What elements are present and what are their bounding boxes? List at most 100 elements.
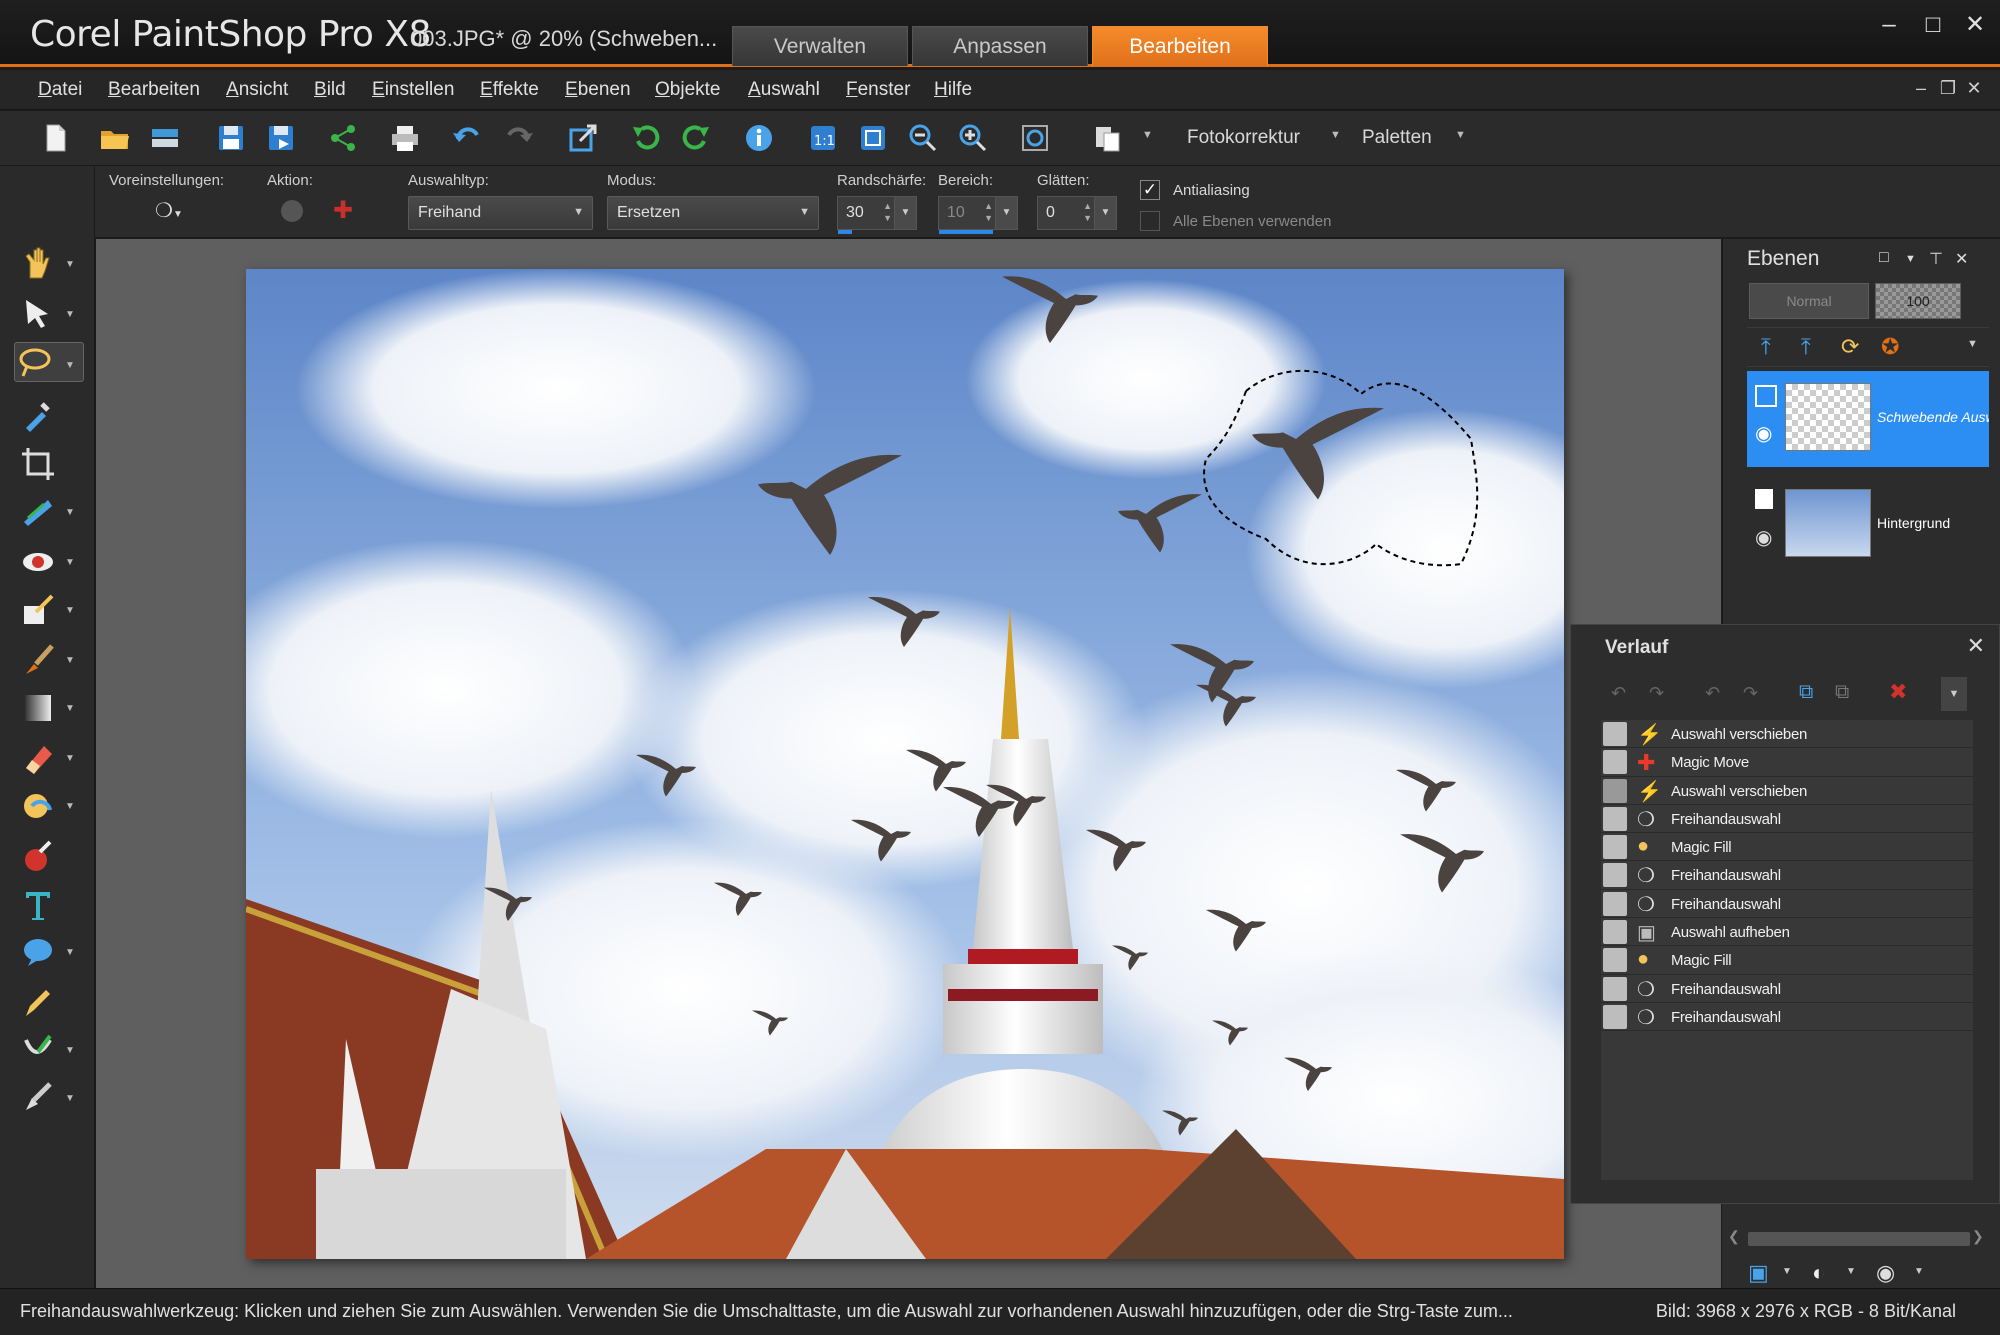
rotate-right-icon[interactable] xyxy=(680,121,714,155)
new-vector-layer-icon[interactable]: ⤒ xyxy=(1801,334,1811,360)
chevron-down-icon[interactable]: ▼ xyxy=(65,507,75,518)
eye-icon[interactable] xyxy=(1603,920,1627,945)
share-icon[interactable] xyxy=(326,121,360,155)
straighten-tool-icon[interactable] xyxy=(18,492,58,532)
spinner-icon[interactable]: ▲ ▼ xyxy=(1083,200,1092,224)
paint-brush-tool-icon[interactable] xyxy=(18,640,58,680)
flood-fill-tool-icon[interactable] xyxy=(18,786,58,826)
redo-selected-icon[interactable]: ↷ xyxy=(1743,683,1758,704)
chevron-down-icon[interactable]: ▼ xyxy=(1914,1266,1924,1277)
tab-anpassen[interactable]: Anpassen xyxy=(912,26,1088,66)
action-apply-icon[interactable] xyxy=(281,200,303,222)
menu-datei[interactable]: Datei xyxy=(38,79,82,101)
history-item[interactable]: ❍ Freihandauswahl xyxy=(1601,890,1973,919)
undo-icon[interactable] xyxy=(450,121,484,155)
chevron-down-icon[interactable]: ▼ xyxy=(65,259,75,270)
layer-link-icon[interactable] xyxy=(1755,385,1777,407)
chevron-down-icon[interactable]: ▼ xyxy=(65,947,75,958)
doc-restore-icon[interactable]: ❐ xyxy=(1937,78,1959,99)
canvas-workspace[interactable] xyxy=(96,239,1721,1288)
range-input[interactable]: 10 ▲ ▼ ▼ xyxy=(938,196,1018,234)
doc-close-icon[interactable]: ✕ xyxy=(1963,78,1985,99)
paletten-dropdown-icon[interactable]: ▼ xyxy=(1455,129,1466,141)
layer-item-hintergrund[interactable]: ◉ Hintergrund xyxy=(1747,477,1989,573)
spinner-icon[interactable]: ▲ ▼ xyxy=(883,200,892,224)
chevron-down-icon[interactable]: ▼ xyxy=(1967,338,1978,350)
paste-icon[interactable] xyxy=(1090,121,1124,155)
clear-history-icon[interactable]: ✖ xyxy=(1889,679,1907,705)
close-icon[interactable]: ✕ xyxy=(1967,633,1985,659)
menu-objekte[interactable]: Objekte xyxy=(655,79,720,101)
pan-tool-icon[interactable] xyxy=(18,244,58,284)
tab-verwalten[interactable]: Verwalten xyxy=(732,26,908,66)
layer-item-schwebende-auswahl[interactable]: ◉ Schwebende Auswahl xyxy=(1747,371,1989,467)
menu-bearbeiten[interactable]: Bearbeiten xyxy=(108,79,200,101)
eye-icon[interactable] xyxy=(1603,835,1627,860)
info-icon[interactable] xyxy=(742,121,776,155)
eraser-tool-icon[interactable] xyxy=(18,738,58,778)
eye-icon[interactable] xyxy=(1603,863,1627,888)
new-mask-icon[interactable]: ▣ xyxy=(1748,1260,1769,1286)
history-item[interactable]: ⚡ Auswahl verschieben xyxy=(1601,777,1973,805)
dropper-tool-icon[interactable] xyxy=(18,394,58,434)
eye-icon[interactable] xyxy=(1603,976,1627,1001)
blend-mode-select[interactable]: Normal xyxy=(1749,283,1869,319)
fotokorrektur-dropdown-icon[interactable]: ▼ xyxy=(1330,129,1341,141)
chevron-down-icon[interactable]: ▼ xyxy=(65,655,75,666)
chevron-down-icon[interactable]: ▼ xyxy=(995,197,1017,229)
new-raster-layer-icon[interactable]: ⤒ xyxy=(1761,334,1771,360)
chevron-down-icon[interactable]: ▼ xyxy=(65,605,75,616)
selection-type-select[interactable]: Freihand ▼ xyxy=(408,196,593,230)
red-eye-tool-icon[interactable] xyxy=(18,542,58,582)
pick-tool-icon[interactable] xyxy=(18,294,58,334)
text-tool-icon[interactable] xyxy=(18,884,58,924)
redo-icon[interactable]: ↷ xyxy=(1649,683,1664,704)
new-adjustment-layer-icon[interactable]: ⟳ xyxy=(1841,334,1859,360)
undo-selected-icon[interactable]: ↶ xyxy=(1705,683,1720,704)
scroll-left-icon[interactable]: ❮ xyxy=(1728,1228,1740,1245)
chevron-down-icon[interactable]: ▼ xyxy=(65,801,75,812)
palette-float-icon[interactable]: □ xyxy=(1879,249,1889,267)
chevron-down-icon[interactable]: ▼ xyxy=(65,1093,75,1104)
history-item[interactable]: ✚ Magic Move xyxy=(1601,748,1973,777)
layer-properties-icon[interactable]: ✪ xyxy=(1881,334,1899,360)
save-as-icon[interactable] xyxy=(264,121,298,155)
fotokorrektur-menu[interactable]: Fotokorrektur xyxy=(1187,127,1300,149)
copy-to-clipboard-icon[interactable]: ⧉ xyxy=(1799,681,1813,704)
layer-link-icon[interactable] xyxy=(1755,489,1773,509)
picture-tube-tool-icon[interactable] xyxy=(18,836,58,876)
paletten-menu[interactable]: Paletten xyxy=(1362,127,1432,149)
history-item[interactable]: ❍ Freihandauswahl xyxy=(1601,861,1973,890)
zoom-in-icon[interactable] xyxy=(956,121,990,155)
rotate-left-icon[interactable] xyxy=(628,121,662,155)
menu-ebenen[interactable]: Ebenen xyxy=(565,79,631,101)
minimize-icon[interactable]: – xyxy=(1874,10,1904,40)
eye-icon[interactable] xyxy=(1603,806,1627,831)
scanner-icon[interactable] xyxy=(148,121,182,155)
action-cancel-icon[interactable]: ✚ xyxy=(333,196,353,225)
open-folder-icon[interactable] xyxy=(98,121,132,155)
maximize-icon[interactable]: □ xyxy=(1918,10,1948,40)
chevron-down-icon[interactable]: ▼ xyxy=(65,557,75,568)
feather-input[interactable]: 30 ▲ ▼ ▼ xyxy=(837,196,917,234)
actual-size-icon[interactable]: 1:1 xyxy=(806,121,840,155)
smoothing-input[interactable]: 0 ▲ ▼ ▼ xyxy=(1037,196,1117,230)
scrollbar[interactable] xyxy=(1748,1232,1970,1246)
chevron-down-icon[interactable]: ▼ xyxy=(1905,253,1916,265)
spinner-icon[interactable]: ▲ ▼ xyxy=(984,200,993,224)
save-quickscript-icon[interactable]: ⧉ xyxy=(1835,681,1849,704)
chevron-down-icon[interactable]: ▼ xyxy=(1782,1266,1792,1277)
eye-icon[interactable] xyxy=(1603,750,1627,775)
chevron-down-icon[interactable]: ▼ xyxy=(65,703,75,714)
range-slider[interactable] xyxy=(939,230,993,234)
fit-window-icon[interactable] xyxy=(856,121,890,155)
chevron-down-icon[interactable]: ▼ xyxy=(1941,677,1967,711)
visibility-icon[interactable]: ◉ xyxy=(1876,1260,1895,1286)
eye-icon[interactable] xyxy=(1603,722,1627,746)
menu-hilfe[interactable]: Hilfe xyxy=(934,79,972,101)
history-item[interactable]: ▣ Auswahl aufheben xyxy=(1601,918,1973,947)
opacity-control[interactable]: 100 xyxy=(1875,283,1961,319)
chevron-down-icon[interactable]: ▼ xyxy=(65,309,75,320)
chevron-down-icon[interactable]: ▼ xyxy=(1846,1266,1856,1277)
eye-icon[interactable]: ◉ xyxy=(1755,421,1777,445)
